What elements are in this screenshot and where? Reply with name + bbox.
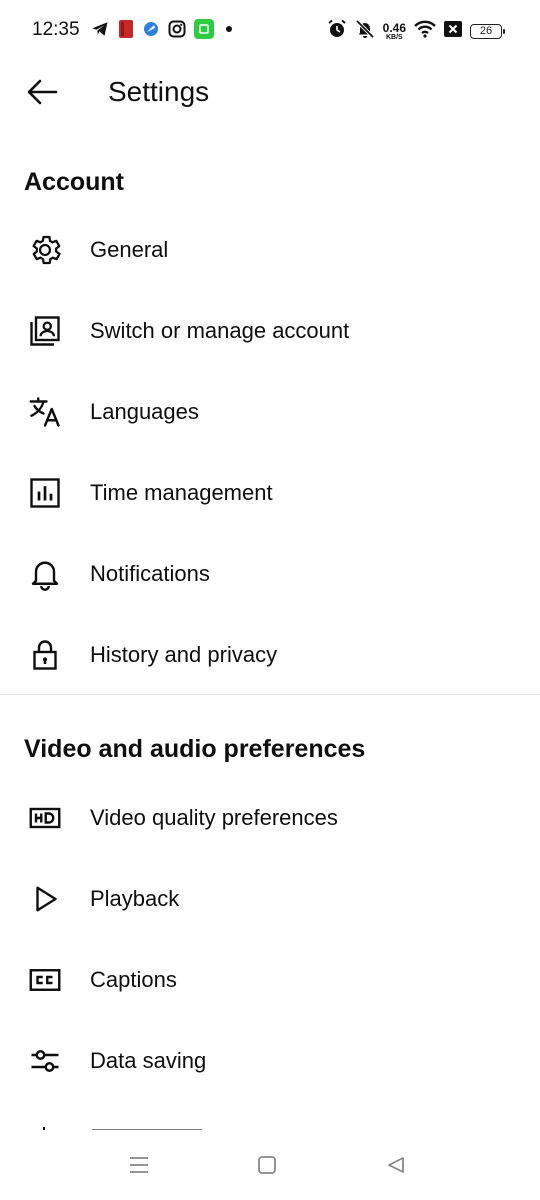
settings-item-label: History and privacy [90, 641, 278, 667]
settings-item-video-quality[interactable]: Video quality preferences [0, 777, 540, 858]
hd-icon [26, 799, 64, 837]
cc-icon [26, 961, 64, 999]
settings-item-captions[interactable]: Captions [0, 939, 540, 1020]
system-nav-bar [0, 1130, 540, 1200]
dot-icon [222, 22, 236, 41]
settings-item-label: Time management [90, 479, 273, 505]
sliders-icon [26, 1042, 64, 1080]
settings-item-time-management[interactable]: Time management [0, 452, 540, 533]
gear-icon [26, 231, 64, 269]
settings-item-playback[interactable]: Playback [0, 858, 540, 939]
settings-item-switch-account[interactable]: Switch or manage account [0, 290, 540, 371]
battery-level: 26 [479, 25, 493, 37]
x-box-icon [444, 20, 462, 42]
green-app-icon [194, 18, 214, 44]
home-button[interactable] [252, 1152, 282, 1182]
settings-item-label: General [90, 236, 169, 262]
section-divider [0, 694, 540, 695]
settings-item-history-privacy[interactable]: History and privacy [0, 614, 540, 695]
settings-item-label: Captions [90, 966, 177, 992]
battery-indicator: 26 [470, 23, 505, 39]
arrow-left-icon [26, 78, 58, 111]
settings-item-label: Playback [90, 885, 180, 911]
back-button[interactable] [22, 74, 62, 114]
settings-item-languages[interactable]: Languages [0, 371, 540, 452]
play-icon [26, 880, 64, 918]
bar-chart-icon [26, 474, 64, 512]
bell-icon [26, 555, 64, 593]
telegram-icon [90, 20, 110, 43]
section-title-account: Account [24, 168, 124, 196]
system-back-button[interactable] [381, 1152, 411, 1182]
settings-item-label: Video quality preferences [90, 804, 338, 830]
status-right-icons: 0.46 KB/S 26 [327, 19, 505, 44]
status-bar: 12:35 0.46 KB/S 26 [0, 0, 540, 62]
section-title-video-audio: Video and audio preferences [24, 735, 366, 763]
bell-muted-icon [355, 19, 375, 44]
settings-item-general[interactable]: General [0, 209, 540, 290]
account-switch-icon [26, 312, 64, 350]
app-bar: Settings [0, 62, 540, 124]
translate-icon [26, 393, 64, 431]
network-speed-unit: KB/S [385, 33, 403, 41]
lock-icon [26, 636, 64, 674]
back-triangle-icon [386, 1155, 406, 1180]
blue-app-icon [142, 20, 160, 43]
wifi-icon [414, 20, 436, 43]
alarm-icon [327, 19, 347, 44]
network-speed-value: 0.46 [382, 20, 406, 35]
settings-item-label: Languages [90, 398, 199, 424]
settings-item-label: Switch or manage account [90, 317, 350, 343]
status-left-icons [90, 18, 236, 44]
network-speed: 0.46 KB/S [383, 22, 406, 41]
status-time: 12:35 [32, 19, 80, 40]
red-app-icon [118, 19, 134, 44]
home-square-icon [257, 1155, 277, 1180]
settings-item-notifications[interactable]: Notifications [0, 533, 540, 614]
page-title: Settings [108, 76, 210, 107]
settings-item-label: Data saving [90, 1047, 207, 1073]
settings-item-label: Notifications [90, 560, 210, 586]
instagram-icon [168, 20, 186, 43]
menu-icon [128, 1155, 150, 1180]
recent-apps-button[interactable] [124, 1152, 154, 1182]
settings-item-data-saving[interactable]: Data saving [0, 1020, 540, 1101]
scroll-peek [0, 1118, 540, 1130]
